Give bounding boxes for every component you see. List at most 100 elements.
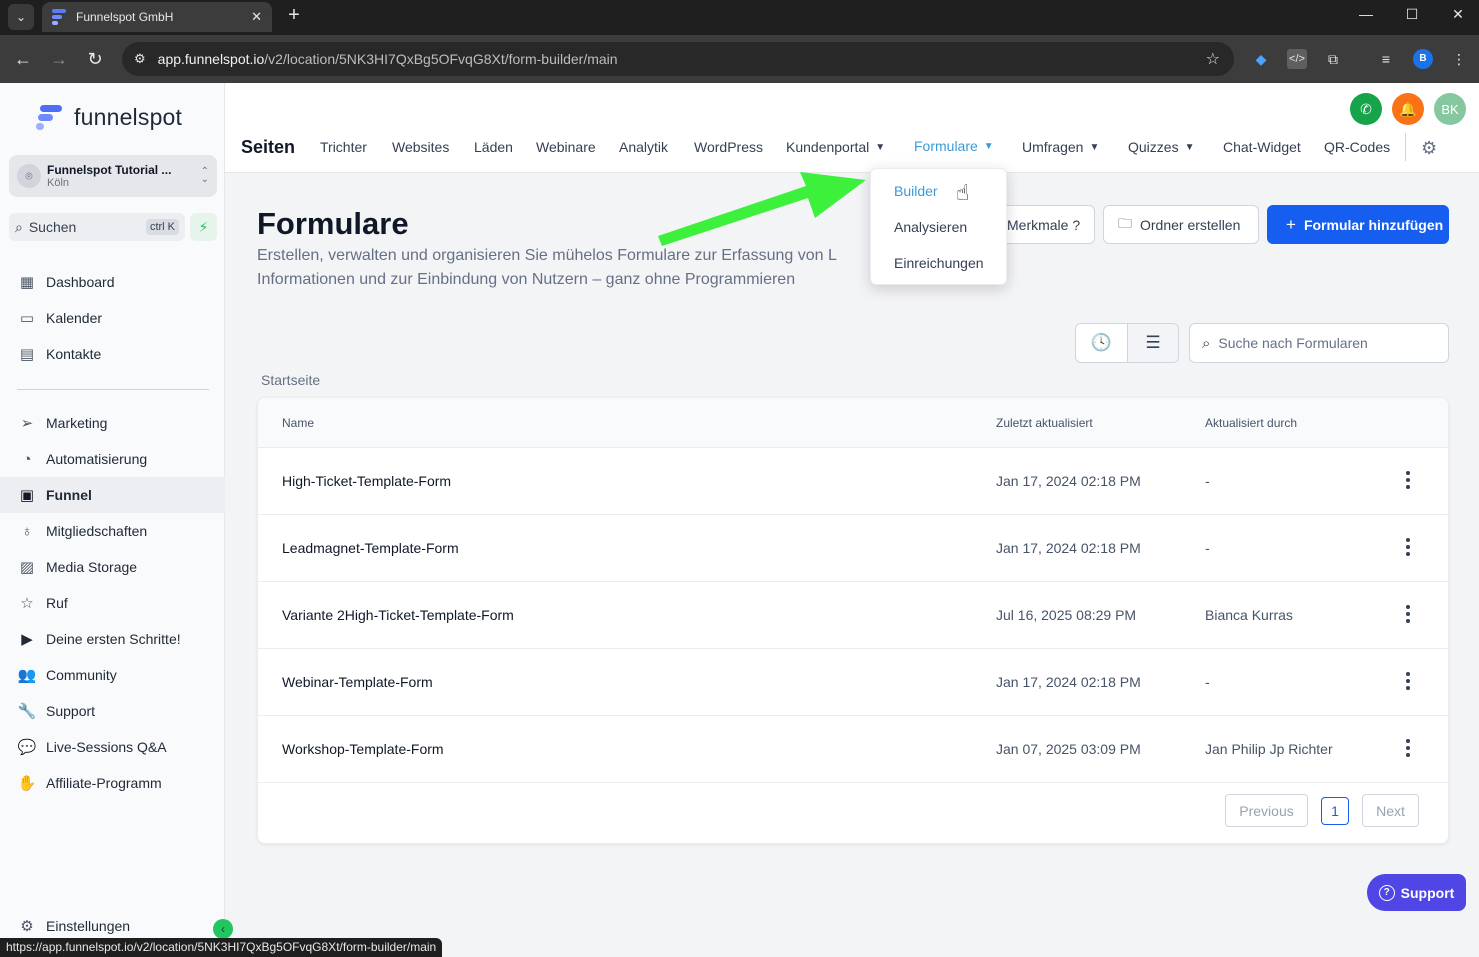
browser-menu-icon[interactable]: ⋮: [1449, 49, 1469, 69]
dropdown-item-einreichungen[interactable]: Einreichungen: [894, 255, 984, 271]
sidebar-item-live-sessions[interactable]: 💬 Live-Sessions Q&A: [0, 729, 225, 765]
form-name[interactable]: Variante 2High-Ticket-Template-Form: [282, 607, 514, 623]
account-location: Köln: [47, 177, 70, 189]
bell-icon[interactable]: 🔔: [1392, 93, 1424, 125]
sidebar-item-funnel[interactable]: ▣ Funnel: [0, 477, 225, 513]
sidebar-item-automatisierung[interactable]: ◔ Automatisierung: [0, 441, 225, 477]
row-menu-icon[interactable]: [1400, 602, 1416, 626]
media-queue-icon[interactable]: ≡: [1376, 49, 1396, 69]
sidebar-item-support[interactable]: 🔧 Support: [0, 693, 225, 729]
funnelspot-favicon-icon: [52, 9, 68, 25]
menu-kundenportal[interactable]: Kundenportal ▼: [786, 139, 885, 155]
reload-icon[interactable]: ↻: [84, 48, 106, 70]
browser-tab[interactable]: Funnelspot GmbH ✕: [42, 2, 272, 32]
breadcrumb[interactable]: Startseite: [261, 372, 320, 388]
dropdown-item-builder[interactable]: Builder: [894, 183, 938, 199]
menu-chat-widget[interactable]: Chat-Widget: [1223, 139, 1301, 155]
menu-analytik[interactable]: Analytik: [619, 139, 668, 155]
sidebar-item-ruf[interactable]: ☆ Ruf: [0, 585, 225, 621]
collapse-sidebar-chevron-icon[interactable]: ‹: [213, 919, 233, 939]
view-toggle: 🕓 ☰: [1075, 323, 1179, 363]
sidebar-item-affiliate[interactable]: ✋ Affiliate-Programm: [0, 765, 225, 801]
sidebar-item-media-storage[interactable]: ▨ Media Storage: [0, 549, 225, 585]
sidebar-search[interactable]: ⌕ Suchen ctrl K: [9, 213, 185, 241]
table-row[interactable]: High-Ticket-Template-Form Jan 17, 2024 0…: [258, 448, 1448, 515]
formulare-dropdown: Builder Analysieren Einreichungen: [870, 168, 1007, 285]
support-fab[interactable]: ? Support: [1367, 874, 1466, 911]
sidebar-item-kalender[interactable]: ▭ Kalender: [0, 300, 225, 336]
sidebar-item-community[interactable]: 👥 Community: [0, 657, 225, 693]
minimize-icon[interactable]: —: [1354, 6, 1378, 22]
plus-icon: +: [1286, 214, 1296, 234]
sidebar-item-mitgliedschaften[interactable]: ♁ Mitgliedschaften: [0, 513, 225, 549]
row-menu-icon[interactable]: [1400, 736, 1416, 760]
column-name[interactable]: Name: [282, 416, 314, 430]
dropdown-item-analysieren[interactable]: Analysieren: [894, 219, 967, 235]
add-form-button[interactable]: + Formular hinzufügen: [1267, 205, 1449, 244]
create-folder-button[interactable]: 🗀 Ordner erstellen: [1103, 205, 1259, 244]
site-info-icon[interactable]: ⚙: [134, 51, 146, 67]
new-tab-icon[interactable]: +: [284, 4, 304, 27]
award-icon: ♁: [21, 522, 33, 540]
contacts-icon: ▤: [19, 346, 35, 363]
maximize-icon[interactable]: ☐: [1400, 6, 1424, 23]
address-bar[interactable]: ⚙ app.funnelspot.io/v2/location/5NK3HI7Q…: [122, 42, 1234, 76]
form-updated-by: -: [1205, 473, 1210, 489]
menu-quizzes[interactable]: Quizzes ▼: [1128, 139, 1194, 155]
account-switcher[interactable]: ⌾ Funnelspot Tutorial ... Köln ⌃ ⌄: [9, 155, 217, 197]
row-menu-icon[interactable]: [1400, 535, 1416, 559]
pagination-next[interactable]: Next: [1362, 794, 1419, 827]
menu-wordpress[interactable]: WordPress: [694, 139, 763, 155]
bookmark-star-icon[interactable]: ☆: [1206, 49, 1220, 69]
quick-actions-bolt-icon[interactable]: ⚡: [190, 213, 217, 241]
send-icon: ➢: [20, 415, 34, 432]
window-close-icon[interactable]: ✕: [1446, 6, 1470, 23]
form-search-input[interactable]: [1218, 335, 1429, 351]
table-row[interactable]: Webinar-Template-Form Jan 17, 2024 02:18…: [258, 649, 1448, 716]
table-row[interactable]: Workshop-Template-Form Jan 07, 2025 03:0…: [258, 716, 1448, 783]
list-view-icon[interactable]: ☰: [1126, 324, 1178, 362]
table-row[interactable]: Leadmagnet-Template-Form Jan 17, 2024 02…: [258, 515, 1448, 582]
top-header: ✆ 🔔 BK Seiten Trichter Websites Läden We…: [225, 83, 1479, 173]
forward-icon[interactable]: →: [48, 48, 70, 70]
column-updated[interactable]: Zuletzt aktualisiert: [996, 416, 1093, 430]
table-row[interactable]: Variante 2High-Ticket-Template-Form Jul …: [258, 582, 1448, 649]
extension-diamond-icon[interactable]: ◆: [1251, 49, 1271, 69]
back-icon[interactable]: ←: [12, 48, 34, 70]
form-name[interactable]: High-Ticket-Template-Form: [282, 473, 451, 489]
extension-code-icon[interactable]: </>: [1287, 49, 1307, 69]
sidebar-item-marketing[interactable]: ➢ Marketing: [0, 405, 225, 441]
chevron-down-icon: ▼: [983, 140, 994, 152]
funnelspot-logo[interactable]: funnelspot: [36, 103, 182, 131]
form-name[interactable]: Workshop-Template-Form: [282, 741, 444, 757]
automation-icon: ◔: [22, 450, 32, 468]
form-updated: Jan 17, 2024 02:18 PM: [996, 674, 1141, 690]
recent-clock-icon[interactable]: 🕓: [1076, 324, 1127, 362]
menu-umfragen[interactable]: Umfragen ▼: [1022, 139, 1099, 155]
user-avatar[interactable]: BK: [1434, 93, 1466, 125]
tab-search-chevron-icon[interactable]: ⌄: [8, 4, 34, 30]
menu-websites[interactable]: Websites: [392, 139, 449, 155]
menu-trichter[interactable]: Trichter: [320, 139, 367, 155]
url-text: app.funnelspot.io/v2/location/5NK3HI7QxB…: [157, 51, 618, 67]
sidebar-item-dashboard[interactable]: ▦ Dashboard: [0, 264, 225, 300]
profile-avatar[interactable]: B: [1413, 49, 1433, 69]
phone-icon[interactable]: ✆: [1350, 93, 1382, 125]
tab-close-icon[interactable]: ✕: [251, 9, 262, 25]
menu-qr-codes[interactable]: QR-Codes: [1324, 139, 1390, 155]
menu-formulare[interactable]: Formulare ▼: [914, 138, 994, 154]
sidebar-item-erste-schritte[interactable]: ▶ Deine ersten Schritte!: [0, 621, 225, 657]
pagination-previous[interactable]: Previous: [1225, 794, 1308, 827]
extensions-puzzle-icon[interactable]: ⧉: [1323, 49, 1343, 69]
row-menu-icon[interactable]: [1400, 468, 1416, 492]
pagination-page-1[interactable]: 1: [1321, 797, 1349, 825]
menu-laeden[interactable]: Läden: [474, 139, 513, 155]
settings-gear-icon[interactable]: ⚙: [1421, 138, 1437, 159]
menu-separator: [1405, 133, 1406, 161]
form-updated: Jul 16, 2025 08:29 PM: [996, 607, 1137, 623]
row-menu-icon[interactable]: [1400, 669, 1416, 693]
menu-webinare[interactable]: Webinare: [536, 139, 596, 155]
form-name[interactable]: Webinar-Template-Form: [282, 674, 433, 690]
sidebar-item-kontakte[interactable]: ▤ Kontakte: [0, 336, 225, 372]
form-name[interactable]: Leadmagnet-Template-Form: [282, 540, 459, 556]
